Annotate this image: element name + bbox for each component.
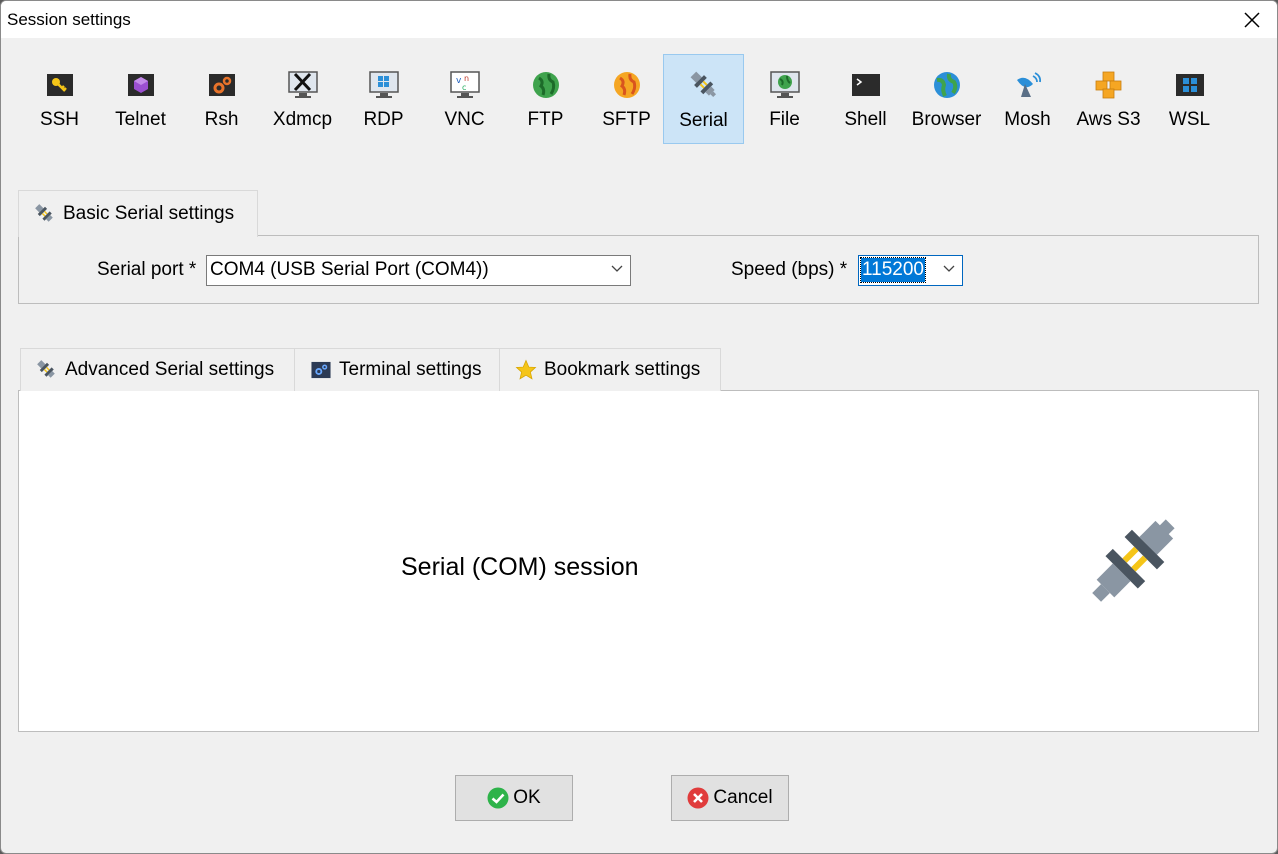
telnet-icon (127, 74, 154, 96)
serial-plug-icon (690, 71, 716, 98)
session-type-label: RDP (363, 109, 404, 130)
session-type-label: VNC (444, 109, 485, 130)
tab-bookmark-settings[interactable]: Bookmark settings (499, 348, 721, 391)
rdp-icon (368, 71, 399, 98)
session-type-serial[interactable]: Serial (663, 54, 744, 144)
session-type-label: Rsh (204, 109, 239, 130)
aws-s3-icon (1095, 71, 1121, 99)
session-type-label: Mosh (1004, 109, 1051, 130)
session-type-label: Serial (679, 110, 728, 131)
session-type-telnet[interactable]: Telnet (100, 54, 181, 144)
session-type-label: Shell (844, 109, 887, 130)
tab-advanced-serial-settings[interactable]: Advanced Serial settings (20, 348, 295, 391)
ok-button-label: OK (513, 787, 541, 808)
tab-terminal-settings[interactable]: Terminal settings (294, 348, 500, 391)
session-type-label: File (769, 109, 800, 130)
wsl-windows-icon (1175, 74, 1204, 96)
session-info-panel: Serial (COM) session (18, 390, 1259, 732)
session-type-sftp[interactable]: SFTP (586, 54, 667, 144)
tab-label: Advanced Serial settings (65, 359, 275, 380)
speed-select[interactable]: 115200 (858, 255, 963, 286)
serial-port-value: COM4 (USB Serial Port (COM4)) (210, 259, 489, 280)
serial-plug-icon (37, 360, 55, 378)
terminal-settings-icon (311, 361, 331, 379)
session-type-xdmcp[interactable]: Xdmcp (262, 54, 343, 144)
chevron-down-icon (611, 265, 623, 272)
rsh-icon (208, 74, 235, 96)
session-type-rdp[interactable]: RDP (343, 54, 424, 144)
speed-value: 115200 (860, 257, 926, 283)
session-type-label: FTP (527, 109, 564, 130)
serial-plug-icon (35, 204, 53, 222)
session-type-ssh[interactable]: SSH (19, 54, 100, 144)
vnc-icon: v n c (449, 71, 480, 98)
session-type-ftp[interactable]: FTP (505, 54, 586, 144)
ok-button[interactable]: OK (455, 775, 573, 821)
serial-port-label: Serial port * (97, 259, 197, 280)
session-type-label: Aws S3 (1076, 109, 1141, 130)
ssh-key-icon (46, 74, 73, 96)
session-type-label: SSH (39, 109, 80, 130)
session-type-file[interactable]: File (744, 54, 825, 144)
session-type-vnc[interactable]: v n c VNC (424, 54, 505, 144)
session-description: Serial (COM) session (401, 553, 639, 581)
session-type-label: Xdmcp (272, 109, 333, 130)
session-type-label: WSL (1168, 109, 1211, 130)
chevron-down-icon (943, 265, 955, 272)
session-type-label: Browser (911, 109, 982, 130)
svg-text:c: c (462, 83, 466, 92)
session-type-aws-s3[interactable]: Aws S3 (1068, 54, 1149, 144)
tab-label: Terminal settings (339, 359, 482, 380)
file-monitor-icon (769, 71, 800, 98)
serial-port-select[interactable]: COM4 (USB Serial Port (COM4)) (206, 255, 631, 286)
session-type-shell[interactable]: Shell (825, 54, 906, 144)
window-title: Session settings (7, 10, 131, 29)
title-bar: Session settings (1, 1, 1277, 38)
session-settings-dialog: Session settings SSH Telnet Rsh Xdmcp RD… (0, 0, 1278, 854)
sftp-globe-icon (613, 72, 640, 98)
speed-label: Speed (bps) * (731, 259, 848, 280)
shell-terminal-icon (851, 74, 880, 96)
session-type-rsh[interactable]: Rsh (181, 54, 262, 144)
close-button[interactable] (1227, 1, 1277, 38)
session-type-wsl[interactable]: WSL (1149, 54, 1230, 144)
tab-label: Bookmark settings (544, 359, 701, 380)
session-type-label: Telnet (115, 109, 166, 130)
session-type-mosh[interactable]: Mosh (987, 54, 1068, 144)
session-type-label: SFTP (602, 109, 651, 130)
mosh-satellite-icon (1016, 72, 1041, 97)
session-type-browser[interactable]: Browser (906, 54, 987, 144)
cancel-button-label: Cancel (713, 787, 773, 808)
svg-text:n: n (464, 74, 469, 83)
tab-basic-serial-settings[interactable]: Basic Serial settings (18, 190, 258, 237)
ftp-globe-icon (532, 72, 559, 98)
basic-serial-settings-panel: Serial port * COM4 (USB Serial Port (COM… (18, 235, 1259, 304)
cancel-button[interactable]: Cancel (671, 775, 789, 821)
browser-globe-icon (933, 72, 960, 98)
serial-plug-icon (1092, 519, 1175, 602)
xdmcp-icon (287, 71, 318, 98)
close-icon (1244, 11, 1260, 28)
tab-label: Basic Serial settings (63, 203, 235, 224)
star-icon (515, 359, 537, 380)
check-circle-icon (487, 787, 509, 809)
cancel-circle-icon (687, 787, 709, 809)
